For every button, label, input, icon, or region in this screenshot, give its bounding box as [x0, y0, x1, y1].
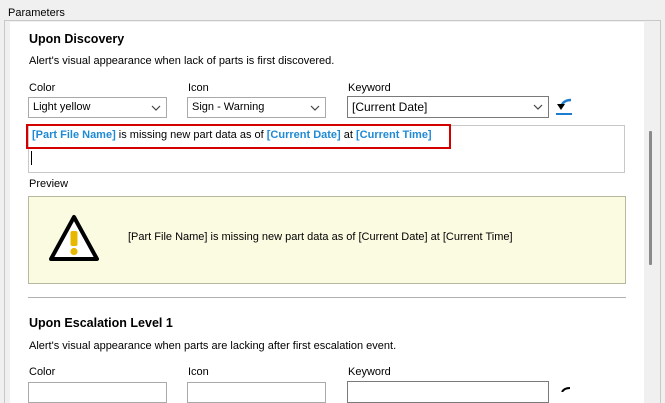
token-current-date[interactable]: [Current Date]	[267, 129, 341, 141]
escalation1-description: Alert's visual appearance when parts are…	[29, 340, 397, 352]
escalation1-insert-keyword-button[interactable]	[558, 383, 574, 393]
discovery-section-title: Upon Discovery	[29, 32, 125, 46]
escalation1-keyword-select[interactable]	[347, 381, 549, 403]
warning-triangle-icon	[49, 215, 99, 261]
chevron-down-icon	[310, 105, 320, 111]
discovery-preview-box: [Part File Name] is missing new part dat…	[28, 196, 626, 284]
parameters-group-label: Parameters	[8, 7, 65, 19]
escalation1-keyword-label: Keyword	[348, 366, 391, 378]
escalation1-icon-select[interactable]	[187, 382, 326, 403]
escalation1-color-label: Color	[29, 366, 56, 378]
insert-keyword-icon	[556, 98, 572, 115]
discovery-keyword-select[interactable]: [Current Date]	[347, 96, 549, 118]
token-current-time[interactable]: [Current Time]	[356, 129, 432, 141]
discovery-color-select[interactable]: Light yellow	[28, 97, 167, 118]
discovery-keyword-label: Keyword	[348, 82, 391, 94]
discovery-icon-select[interactable]: Sign - Warning	[187, 97, 326, 118]
discovery-description: Alert's visual appearance when lack of p…	[29, 55, 335, 67]
escalation1-icon-label: Icon	[188, 366, 209, 378]
chevron-down-icon	[533, 104, 543, 110]
parameters-scroll-panel: Upon Discovery Alert's visual appearance…	[10, 22, 644, 403]
discovery-color-label: Color	[29, 82, 56, 94]
discovery-message-text: [Part File Name] is missing new part dat…	[32, 129, 432, 141]
discovery-color-value: Light yellow	[33, 101, 91, 113]
escalation1-color-select[interactable]	[28, 382, 167, 403]
message-text-part1: is missing new part data as of	[115, 129, 267, 141]
discovery-icon-label: Icon	[188, 82, 209, 94]
scrollbar-thumb[interactable]	[649, 131, 652, 265]
escalation1-section-title: Upon Escalation Level 1	[29, 316, 173, 330]
chevron-down-icon	[151, 105, 161, 111]
discovery-keyword-value: [Current Date]	[352, 100, 428, 114]
insert-keyword-icon	[561, 387, 571, 393]
section-divider	[28, 297, 626, 298]
preview-message-text: [Part File Name] is missing new part dat…	[128, 231, 513, 243]
token-part-file-name[interactable]: [Part File Name]	[32, 129, 116, 141]
text-caret	[31, 151, 32, 165]
insert-keyword-button[interactable]	[549, 94, 579, 120]
preview-label: Preview	[29, 178, 69, 190]
discovery-icon-value: Sign - Warning	[192, 101, 265, 113]
message-text-part2: at	[340, 129, 357, 141]
